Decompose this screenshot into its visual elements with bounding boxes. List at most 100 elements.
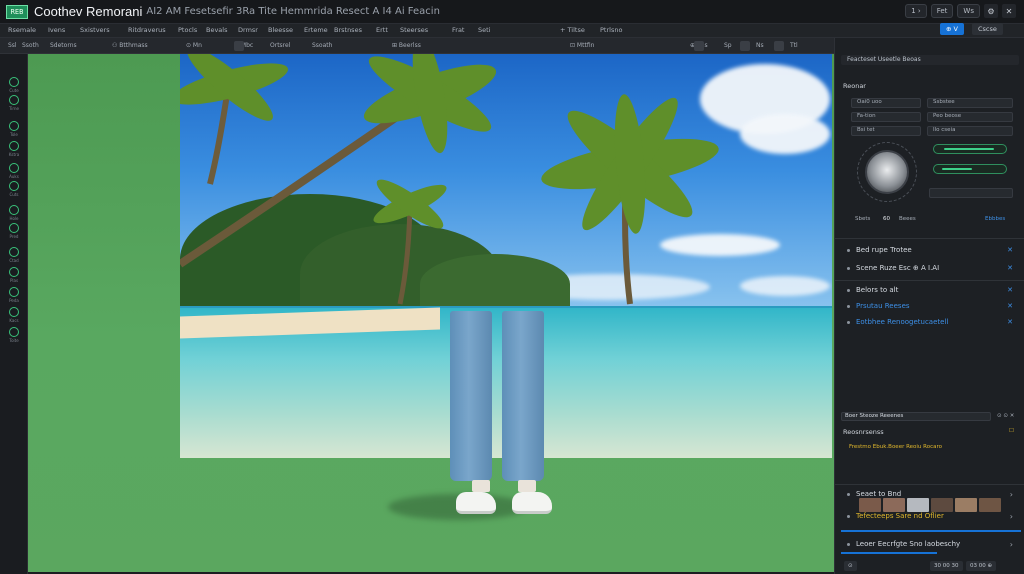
option-item[interactable]: ⊞ Beerlss: [392, 42, 421, 49]
recent-item[interactable]: Frestmo Ebuk.Boeer Reoiu Rocaro: [849, 444, 942, 450]
option-item[interactable]: Ssoth: [22, 42, 39, 49]
tool-square-icon[interactable]: [740, 41, 750, 51]
tool-button[interactable]: Tirne: [6, 92, 22, 111]
menu-item[interactable]: Sxistvers: [80, 26, 110, 34]
bullet-icon: [847, 248, 850, 252]
footer-icon[interactable]: ⊙: [844, 561, 857, 571]
option-item[interactable]: Ttl: [790, 42, 798, 49]
options-bar: Ssl Ssoth Sdetorns ⚇ Btthmass ⊙ Mn ⊙ Mbc…: [0, 38, 834, 54]
tool-square-icon[interactable]: [694, 41, 704, 51]
menu-item[interactable]: Ptocls: [178, 26, 197, 34]
tool-button[interactable]: Kacs: [6, 304, 22, 323]
list-item[interactable]: Eotbhee Renoogetucaetell ✕: [835, 312, 1024, 332]
list-item[interactable]: Seaet to Bnd ›: [835, 484, 1024, 504]
list-item-label: Belors to alt: [856, 286, 899, 294]
list-item[interactable]: Scene Ruze Esc ⊕ A I.AI ✕: [835, 258, 1024, 278]
title-bar-controls: 1 › Fet Ws ⚙ ✕: [905, 4, 1016, 18]
close-icon[interactable]: ✕: [1007, 318, 1013, 326]
rotation-dial[interactable]: [865, 150, 909, 194]
menu-item[interactable]: Erteme: [304, 26, 328, 34]
list-item[interactable]: Tefecteeps Sare nd Oflier ›: [835, 506, 1024, 526]
menu-item[interactable]: Ptrlsno: [600, 26, 622, 34]
option-item[interactable]: ⊡ Mttfin: [570, 42, 594, 49]
section-title: Reonar: [843, 82, 866, 90]
menu-item[interactable]: Frat: [452, 26, 464, 34]
dial-label: Beees: [899, 216, 916, 222]
slider-label: Ebbbes: [985, 216, 1006, 222]
secondary-button[interactable]: Cscse: [972, 23, 1003, 35]
search-icon[interactable]: ⊙ ⊙ ✕: [997, 413, 1014, 419]
field-label: Ilo cseia: [933, 127, 956, 133]
list-item-label: Bed rupe Trotee: [856, 246, 912, 254]
title-bar: REB Coothev Remorani AI2 AM Fesetsefir 3…: [0, 0, 1024, 24]
right-leg: [502, 311, 544, 481]
tool-button[interactable]: Pred: [6, 220, 22, 239]
tool-button[interactable]: Plas: [6, 264, 22, 283]
close-icon[interactable]: ✕: [1007, 302, 1013, 310]
tool-button[interactable]: Cuts: [6, 178, 22, 197]
menu-item[interactable]: Steerses: [400, 26, 428, 34]
tool-square-icon[interactable]: [234, 41, 244, 51]
menu-item[interactable]: Bleesse: [268, 26, 293, 34]
close-icon[interactable]: ✕: [1002, 4, 1016, 18]
bullet-icon: [847, 542, 850, 546]
left-shoe: [456, 492, 496, 514]
list-item[interactable]: Bed rupe Trotee ✕: [835, 240, 1024, 260]
tool-button[interactable]: Cute: [6, 74, 22, 93]
menu-item[interactable]: Ritdraverus: [128, 26, 166, 34]
text-icon: [9, 327, 19, 337]
footer-button[interactable]: 03 00 ⊕: [966, 561, 997, 571]
option-item[interactable]: Sp: [724, 42, 732, 49]
option-item[interactable]: Ssl: [8, 42, 17, 49]
progress-highlight: [841, 552, 937, 554]
list-item[interactable]: Leoer Eecrfgte Sno laobeschy ›: [835, 534, 1024, 554]
tool-button[interactable]: Auks: [6, 160, 22, 179]
settings-field[interactable]: [929, 188, 1013, 198]
chevron-right-icon[interactable]: ›: [1010, 490, 1013, 499]
field-label: Fa-tion: [857, 113, 876, 119]
slider-1[interactable]: [933, 144, 1007, 154]
menu-item[interactable]: Ivens: [48, 26, 65, 34]
primary-button[interactable]: ⊕ V: [940, 23, 964, 35]
menu-item[interactable]: Rsemale: [8, 26, 36, 34]
menu-item[interactable]: Brstnses: [334, 26, 362, 34]
image-canvas[interactable]: [28, 54, 834, 572]
subject-legs[interactable]: [448, 311, 546, 481]
menu-item[interactable]: Bevals: [206, 26, 227, 34]
footer-button[interactable]: 30 00 30: [930, 561, 963, 571]
option-item[interactable]: Ssoath: [312, 42, 332, 49]
menu-item[interactable]: + Tiltse: [560, 26, 585, 34]
bullet-icon: [847, 288, 850, 292]
titlebar-chip-2[interactable]: Fet: [930, 4, 954, 18]
tool-square-icon[interactable]: [774, 41, 784, 51]
menu-item[interactable]: Drmsr: [238, 26, 258, 34]
tool-button[interactable]: Ctad: [6, 244, 22, 263]
option-item[interactable]: ⊙ Mn: [186, 42, 202, 49]
list-item-label: Eotbhee Renoogetucaetell: [856, 318, 949, 326]
tool-button[interactable]: Hole: [6, 202, 22, 221]
option-item[interactable]: Sdetorns: [50, 42, 77, 49]
crop-icon: [9, 247, 19, 257]
titlebar-chip-3[interactable]: Ws: [957, 4, 980, 18]
tool-button[interactable]: Kstra: [6, 138, 22, 157]
option-item[interactable]: ⚇ Btthmass: [112, 42, 148, 49]
menu-item[interactable]: Ertt: [376, 26, 388, 34]
tool-button[interactable]: Tole: [6, 118, 22, 137]
field-label: Peo beose: [933, 113, 962, 119]
menu-item[interactable]: Seti: [478, 26, 490, 34]
close-icon[interactable]: ✕: [1007, 246, 1013, 254]
chevron-right-icon[interactable]: ›: [1010, 512, 1013, 521]
titlebar-chip-1[interactable]: 1 ›: [905, 4, 927, 18]
edit-icon[interactable]: ☐: [1009, 428, 1014, 434]
close-icon[interactable]: ✕: [1007, 286, 1013, 294]
lasso-icon: [9, 121, 19, 131]
tool-button[interactable]: Peda: [6, 284, 22, 303]
menu-bar: Rsemale Ivens Sxistvers Ritdraverus Ptoc…: [0, 24, 1024, 38]
option-item[interactable]: Ns: [756, 42, 764, 49]
close-icon[interactable]: ✕: [1007, 264, 1013, 272]
gear-icon[interactable]: ⚙: [984, 4, 998, 18]
option-item[interactable]: Ortsrel: [270, 42, 290, 49]
tool-button[interactable]: Toite: [6, 324, 22, 343]
slider-2[interactable]: [933, 164, 1007, 174]
chevron-right-icon[interactable]: ›: [1010, 540, 1013, 549]
